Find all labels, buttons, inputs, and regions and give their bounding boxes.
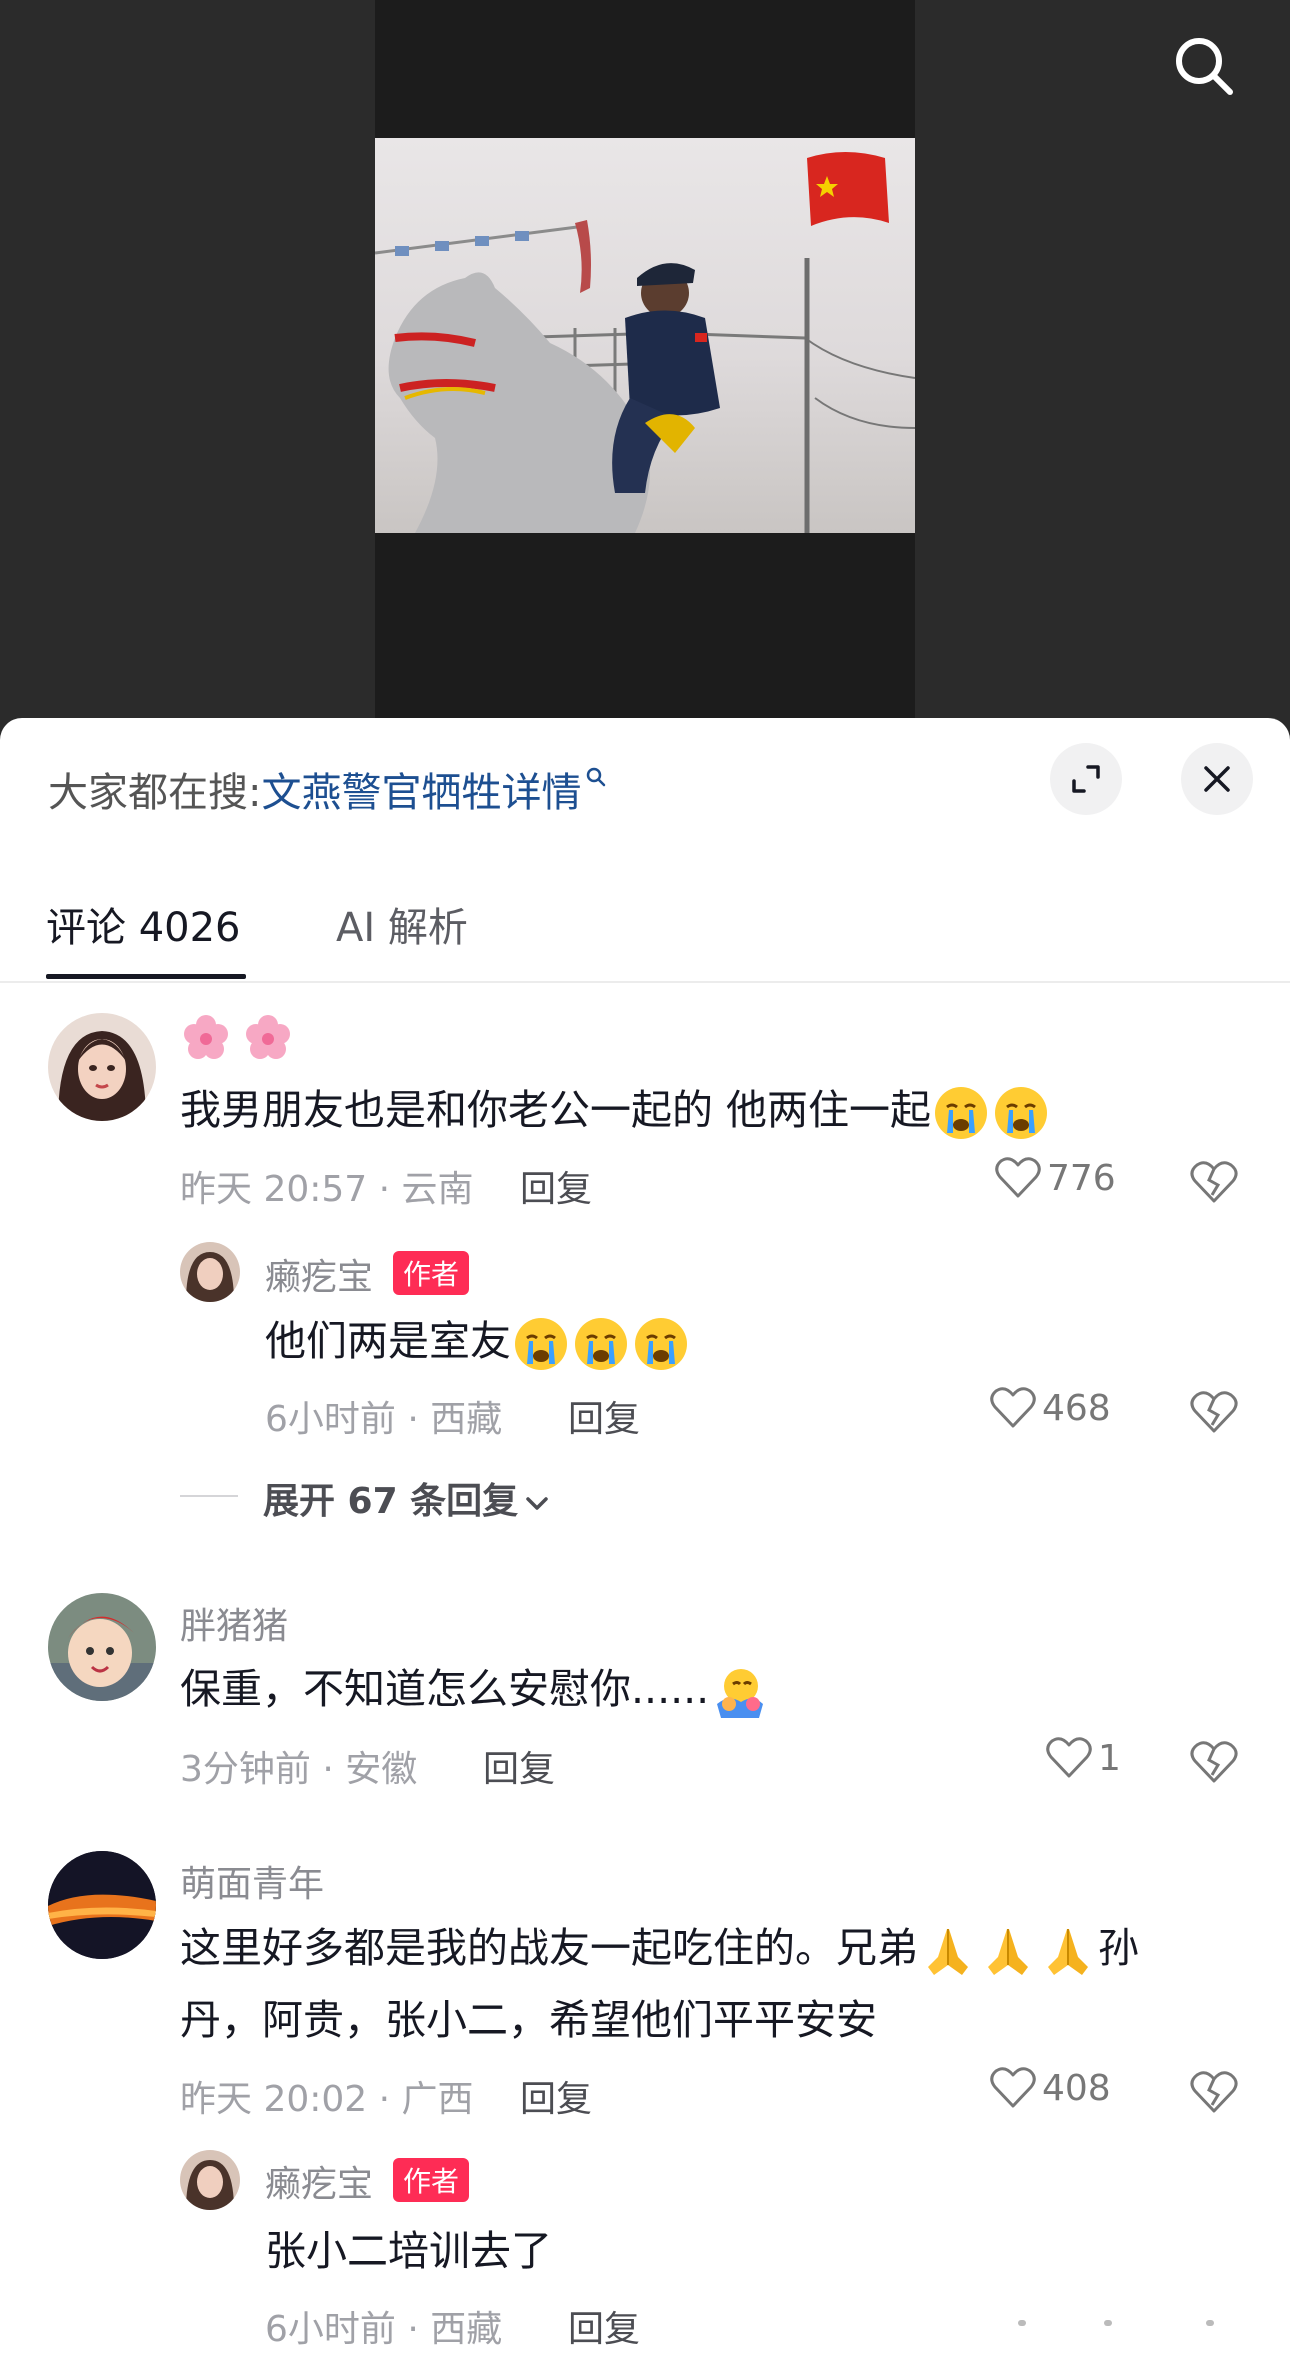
close-icon	[1204, 766, 1230, 792]
praying-hands-emoji-icon	[988, 1929, 1028, 1975]
praying-hands-emoji-icon	[928, 1929, 968, 1975]
tab-ai-analysis[interactable]: AI 解析	[336, 895, 468, 953]
like-count: 408	[1042, 2068, 1111, 2109]
expand-divider	[180, 1495, 238, 1497]
comment-text: 保重，不知道怎么安慰你......	[180, 1653, 769, 1725]
praying-hands-emoji-icon	[1048, 1929, 1088, 1975]
tab-comments[interactable]: 评论 4026	[46, 895, 241, 953]
scroll-indicator	[1018, 2320, 1026, 2326]
like-button[interactable]: 776	[995, 1157, 1116, 1199]
expand-icon	[1072, 765, 1100, 793]
hug-emoji-icon	[717, 1669, 764, 1718]
heart-icon	[990, 2067, 1036, 2108]
avatar[interactable]	[180, 2150, 240, 2210]
heart-icon	[990, 1387, 1036, 1428]
active-tab-indicator	[46, 974, 246, 979]
reply-button[interactable]: 回复	[520, 2070, 592, 2122]
expand-panel-button[interactable]	[1050, 743, 1122, 815]
comment-username[interactable]: 萌面青年	[180, 1855, 324, 1907]
author-badge: 作者	[393, 2158, 470, 2202]
cherry-blossom-emoji-icon	[246, 1015, 290, 1059]
expand-replies-button[interactable]: 展开 67 条回复	[263, 1472, 552, 1524]
video-player[interactable]	[0, 0, 1290, 760]
scroll-indicator	[1104, 2320, 1112, 2326]
scroll-indicator	[1206, 2320, 1214, 2326]
avatar[interactable]	[48, 1593, 156, 1701]
reply-meta: 6小时前 · 西藏	[265, 2309, 503, 2350]
avatar[interactable]	[180, 1242, 240, 1302]
author-badge: 作者	[393, 1251, 470, 1295]
magnifier-small-icon	[587, 767, 606, 787]
comment-panel	[0, 718, 1290, 2370]
comment-text-line: 丹，阿贵，张小二，希望他们平平安安	[180, 1996, 877, 2044]
tab-divider	[0, 981, 1290, 983]
comment-text-line: 这里好多都是我的战友一起吃住的。兄弟孙	[180, 1912, 1139, 1984]
cherry-blossom-emoji-icon	[184, 1015, 228, 1059]
avatar[interactable]	[48, 1851, 156, 1959]
comment-text: 我男朋友也是和你老公一起的 他两住一起	[180, 1074, 1051, 1146]
video-still-image	[375, 138, 915, 533]
search-suggestion-banner[interactable]: 大家都在搜:文燕警官牺牲详情	[48, 760, 607, 818]
search-suggestion-keyword[interactable]: 文燕警官牺牲详情	[261, 770, 581, 816]
reply-username[interactable]: 癞疙宝	[265, 2155, 373, 2207]
like-count: 1	[1098, 1738, 1121, 1779]
search-icon[interactable]	[1172, 34, 1236, 98]
avatar[interactable]	[48, 1013, 156, 1121]
reply-button[interactable]: 回复	[568, 1390, 640, 1442]
heart-icon	[1046, 1737, 1092, 1778]
reply-text: 张小二培训去了	[265, 2227, 552, 2275]
comment-meta: 3分钟前 · 安徽	[180, 1749, 418, 1790]
broken-heart-icon[interactable]	[1190, 1740, 1238, 1784]
crying-emoji-icon	[935, 1087, 988, 1139]
like-button[interactable]: 1	[1046, 1737, 1121, 1779]
heart-icon	[995, 1157, 1041, 1198]
reply-username[interactable]: 癞疙宝	[265, 1248, 373, 1300]
close-panel-button[interactable]	[1181, 743, 1253, 815]
like-count: 776	[1047, 1158, 1116, 1199]
broken-heart-icon[interactable]	[1190, 1160, 1238, 1204]
crying-emoji-icon	[515, 1318, 567, 1370]
like-button[interactable]: 468	[990, 1387, 1111, 1429]
reply-button[interactable]: 回复	[568, 2300, 640, 2352]
reply-text: 他们两是室友	[265, 1305, 691, 1377]
like-count: 468	[1042, 1388, 1111, 1429]
like-button[interactable]: 408	[990, 2067, 1111, 2109]
comment-username[interactable]	[180, 1012, 304, 1064]
crying-emoji-icon	[635, 1318, 687, 1370]
crying-emoji-icon	[995, 1087, 1048, 1139]
comment-username[interactable]: 胖猪猪	[180, 1597, 288, 1649]
reply-meta: 6小时前 · 西藏	[265, 1399, 503, 1440]
chevron-down-icon	[526, 1497, 548, 1510]
comment-meta: 昨天 20:57 · 云南	[180, 1169, 474, 1210]
crying-emoji-icon	[575, 1318, 627, 1370]
comment-meta: 昨天 20:02 · 广西	[180, 2079, 474, 2120]
search-suggestion-prefix: 大家都在搜:	[48, 770, 262, 816]
broken-heart-icon[interactable]	[1190, 1390, 1238, 1434]
reply-button[interactable]: 回复	[520, 1160, 592, 1212]
broken-heart-icon[interactable]	[1190, 2070, 1238, 2114]
reply-button[interactable]: 回复	[483, 1740, 555, 1792]
